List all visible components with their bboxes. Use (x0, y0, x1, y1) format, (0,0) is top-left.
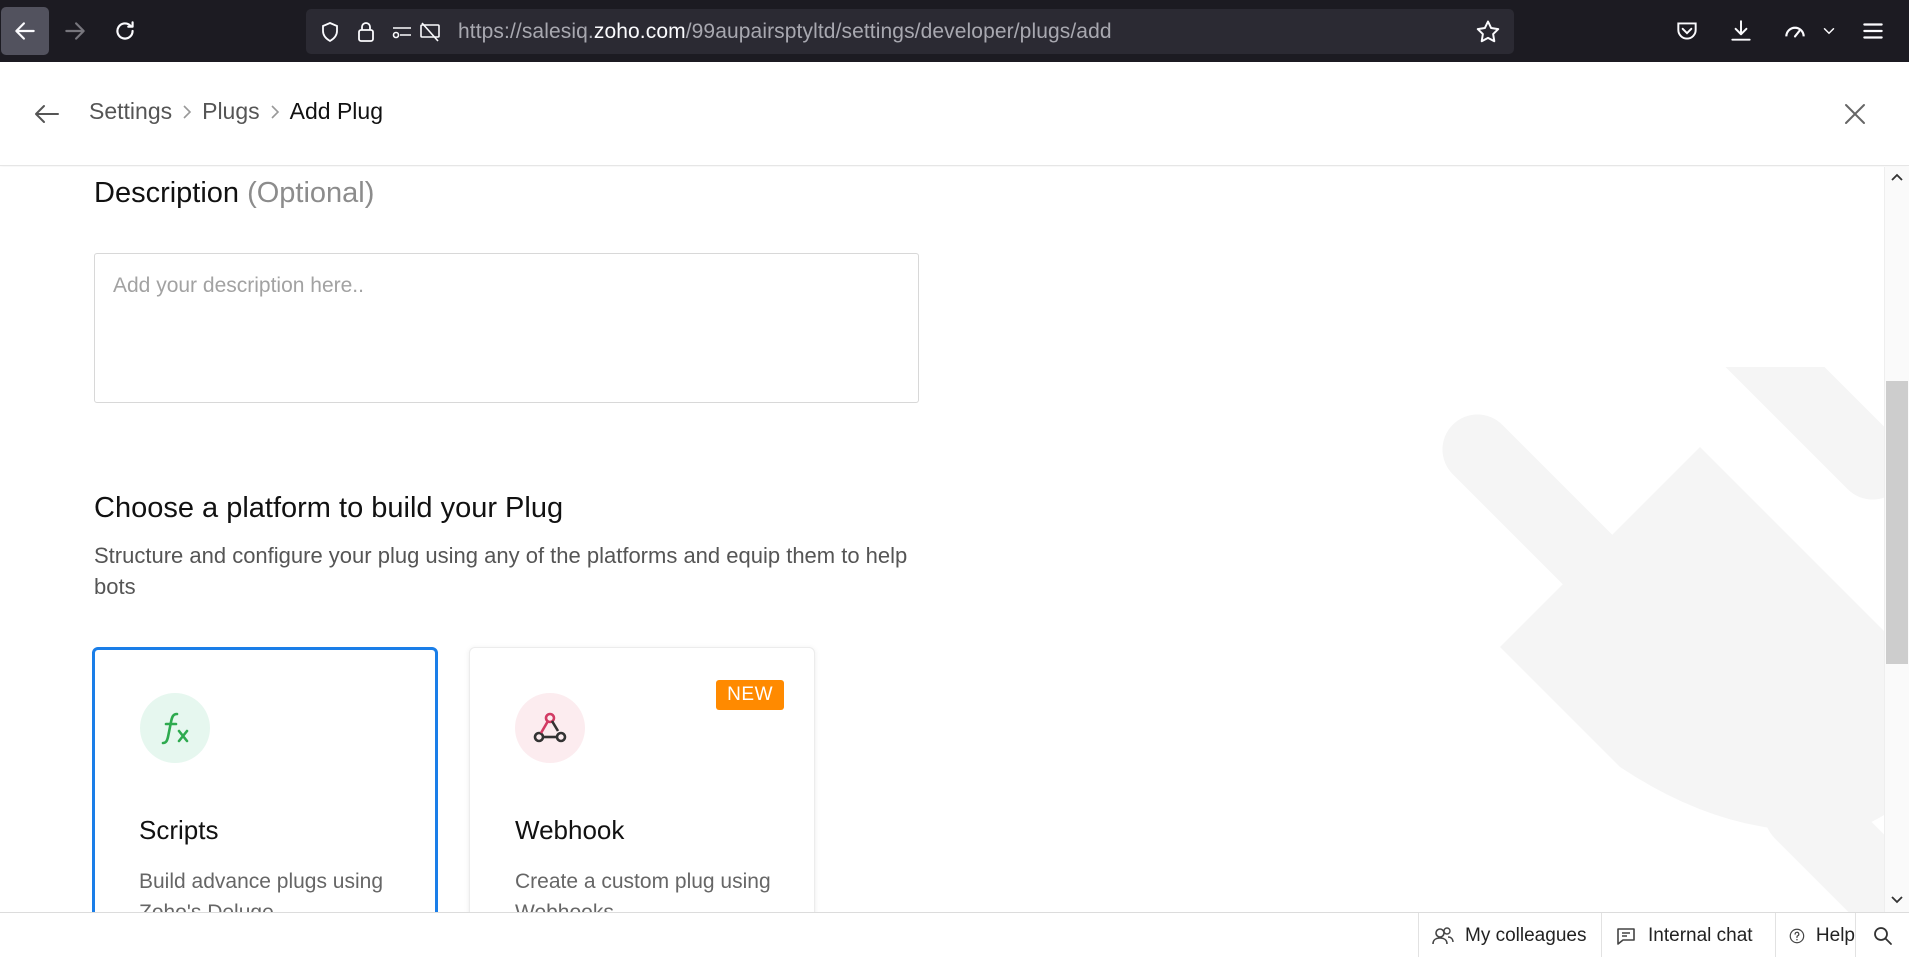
close-icon[interactable] (1841, 100, 1869, 128)
optional-label: (Optional) (247, 177, 375, 209)
browser-toolbar: https://salesiq.zoho.com/99aupairsptyltd… (0, 0, 1909, 62)
back-arrow-icon[interactable] (32, 100, 62, 128)
pocket-icon (1677, 22, 1697, 40)
url-text[interactable]: https://salesiq.zoho.com/99aupairsptyltd… (458, 20, 1112, 44)
browser-back-button[interactable] (1, 7, 49, 55)
my-colleagues-button[interactable]: My colleagues (1418, 913, 1601, 957)
hamburger-menu-icon (1863, 23, 1883, 39)
new-badge: NEW (716, 680, 784, 710)
main-content: Description (Optional) Add your descripti… (0, 167, 1884, 912)
card-description: Build advance plugs using Zoho's Deluge (139, 870, 384, 912)
pocket-button[interactable] (1670, 14, 1704, 48)
my-colleagues-label: My colleagues (1465, 924, 1587, 946)
arrow-right-icon (65, 22, 85, 40)
lock-icon[interactable] (352, 18, 380, 46)
scroll-up-arrow-icon[interactable] (1890, 171, 1904, 185)
downloads-button[interactable] (1724, 14, 1758, 48)
bottom-bar: My colleagues Internal chat Help (0, 912, 1909, 957)
shield-icon[interactable] (316, 18, 344, 46)
description-heading: Description (Optional) (94, 177, 374, 210)
screen-share-blocked-icon[interactable] (416, 18, 444, 46)
breadcrumb-plugs[interactable]: Plugs (202, 98, 260, 125)
chevron-right-icon (260, 104, 290, 120)
page-header: Settings Plugs Add Plug (0, 62, 1909, 166)
description-title: Description (94, 177, 240, 209)
help-circle-icon (1789, 928, 1805, 943)
breadcrumb-current: Add Plug (289, 98, 384, 124)
search-icon (1873, 926, 1892, 945)
vertical-scrollbar[interactable] (1884, 167, 1909, 912)
card-title: Webhook (515, 815, 625, 845)
gauge-icon (1785, 26, 1805, 38)
platform-heading: Choose a platform to build your Plug (94, 492, 564, 524)
chat-icon (1617, 927, 1635, 945)
performance-dropdown[interactable] (1814, 14, 1844, 48)
help-label: Help (1815, 924, 1855, 946)
platform-card-webhook[interactable]: NEW Webhook Create a custom plug using W… (469, 647, 815, 912)
platform-card-scripts[interactable]: Scripts Build advance plugs using Zoho's… (92, 647, 438, 912)
scrollbar-thumb[interactable] (1886, 381, 1908, 664)
download-icon (1731, 20, 1751, 41)
permissions-icon[interactable] (388, 18, 416, 46)
breadcrumb: Settings Plugs Add Plug (89, 98, 383, 125)
reload-icon (116, 21, 134, 40)
search-button[interactable] (1855, 913, 1909, 957)
performance-button[interactable] (1778, 14, 1812, 48)
breadcrumb-settings[interactable]: Settings (89, 98, 172, 125)
internal-chat-button[interactable]: Internal chat (1601, 913, 1775, 957)
platform-subtitle: Structure and configure your plug using … (94, 543, 908, 599)
scroll-down-arrow-icon[interactable] (1890, 892, 1904, 906)
url-bar[interactable]: https://salesiq.zoho.com/99aupairsptyltd… (306, 9, 1514, 54)
webhook-icon (515, 693, 585, 763)
chevron-down-icon (1823, 28, 1835, 35)
card-title: Scripts (139, 815, 219, 845)
internal-chat-label: Internal chat (1648, 924, 1753, 946)
card-description: Create a custom plug using Webhooks (515, 870, 771, 912)
help-button[interactable]: Help (1775, 913, 1855, 957)
chevron-right-icon (172, 104, 202, 120)
app-menu-button[interactable] (1856, 14, 1890, 48)
browser-forward-button[interactable] (51, 7, 99, 55)
plug-watermark-icon (1442, 367, 1884, 912)
arrow-left-icon (15, 22, 35, 40)
bookmark-star-icon[interactable] (1474, 18, 1502, 46)
colleagues-icon (1432, 926, 1454, 944)
function-fx-icon (140, 693, 210, 763)
browser-reload-button[interactable] (101, 7, 149, 55)
description-textarea[interactable]: Add your description here.. (94, 253, 919, 403)
